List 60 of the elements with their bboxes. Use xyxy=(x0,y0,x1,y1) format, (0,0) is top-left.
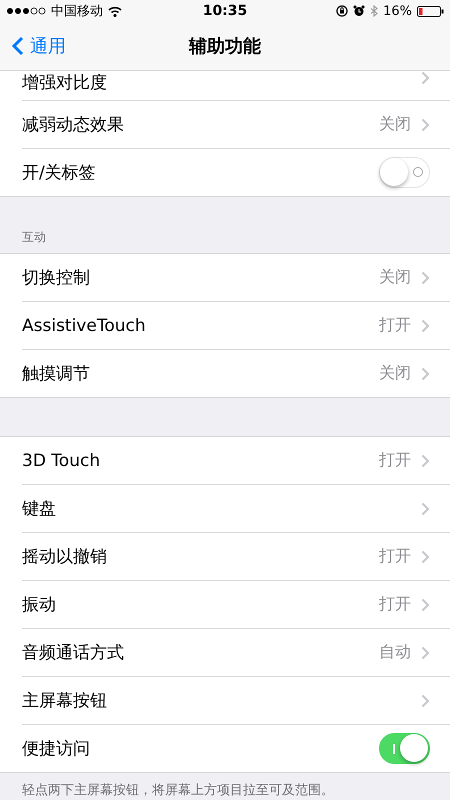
row-value: 打开 xyxy=(379,315,411,336)
row-label: 切换控制 xyxy=(22,267,90,289)
row-label: AssistiveTouch xyxy=(22,316,146,336)
page-title: 辅助功能 xyxy=(189,35,261,58)
settings-row[interactable]: 开/关标签 xyxy=(22,149,450,196)
chevron-right-icon xyxy=(421,502,430,516)
section-footer: 轻点两下主屏幕按钮，将屏幕上方项目拉至可及范围。 xyxy=(0,773,450,800)
settings-row[interactable]: 3D Touch 打开 xyxy=(22,437,450,485)
settings-row[interactable]: 摇动以撤销 打开 xyxy=(22,533,450,581)
row-value: 打开 xyxy=(379,594,411,615)
chevron-right-icon xyxy=(421,694,430,708)
settings-row[interactable]: 便捷访问 xyxy=(22,725,450,772)
row-label: 音频通话方式 xyxy=(22,642,124,664)
row-value: 关闭 xyxy=(379,267,411,288)
carrier-name: 中国移动 xyxy=(51,3,103,20)
chevron-right-icon xyxy=(421,118,430,132)
chevron-right-icon xyxy=(421,550,430,564)
back-button[interactable]: 通用 xyxy=(12,34,66,58)
wifi-icon xyxy=(108,6,122,16)
settings-row[interactable]: AssistiveTouch 打开 xyxy=(22,302,450,350)
settings-row[interactable]: 键盘 xyxy=(22,485,450,533)
settings-row[interactable]: 切换控制 关闭 xyxy=(22,254,450,302)
row-label: 开/关标签 xyxy=(22,162,96,184)
settings-row[interactable]: 音频通话方式 自动 xyxy=(22,629,450,677)
alarm-icon xyxy=(353,5,366,17)
row-value: 关闭 xyxy=(379,114,411,135)
settings-row[interactable]: 触摸调节 关闭 xyxy=(22,350,450,397)
chevron-right-icon xyxy=(421,318,430,332)
chevron-right-icon xyxy=(421,366,430,380)
settings-row[interactable]: 振动 打开 xyxy=(22,581,450,629)
row-label: 振动 xyxy=(22,594,56,616)
chevron-left-icon xyxy=(12,36,24,56)
rotation-lock-icon xyxy=(336,5,348,17)
row-value: 自动 xyxy=(379,642,411,663)
row-label: 摇动以撤销 xyxy=(22,546,107,568)
signal-icon xyxy=(6,7,46,15)
row-value: 关闭 xyxy=(379,363,411,384)
row-value: 打开 xyxy=(379,450,411,471)
chevron-right-icon xyxy=(421,270,430,284)
settings-row[interactable]: 减弱动态效果 关闭 xyxy=(22,101,450,149)
chevron-right-icon xyxy=(421,598,430,612)
battery-icon xyxy=(416,6,444,16)
section-header: 互动 xyxy=(21,229,47,246)
status-time: 10:35 xyxy=(202,3,248,19)
row-label: 键盘 xyxy=(22,498,56,520)
settings-row[interactable]: 增强对比度 xyxy=(22,71,450,101)
row-label: 3D Touch xyxy=(22,450,100,470)
row-label: 便捷访问 xyxy=(22,738,90,760)
row-value: 打开 xyxy=(379,546,411,567)
row-label: 主屏幕按钮 xyxy=(22,690,107,712)
toggle-switch[interactable] xyxy=(379,733,430,764)
row-label: 增强对比度 xyxy=(22,72,107,94)
chevron-right-icon xyxy=(421,646,430,660)
bluetooth-icon xyxy=(370,5,378,17)
settings-row[interactable]: 主屏幕按钮 xyxy=(22,677,450,725)
chevron-right-icon xyxy=(421,454,430,468)
row-label: 减弱动态效果 xyxy=(22,114,124,136)
chevron-right-icon xyxy=(421,71,430,85)
row-label: 触摸调节 xyxy=(22,363,90,385)
battery-percent: 16% xyxy=(383,4,412,18)
